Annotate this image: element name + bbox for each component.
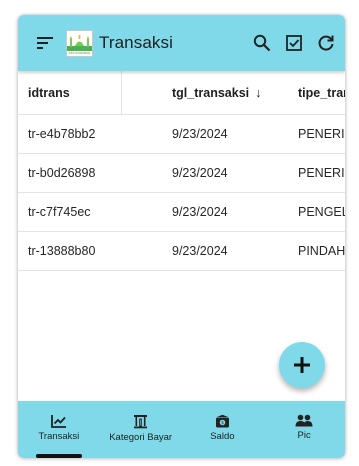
nav-item-transaksi[interactable]: Transaksi (18, 401, 100, 458)
cell-idtrans: tr-c7f745ec (28, 205, 91, 219)
cell-tgl-transaksi: 9/23/2024 (172, 205, 228, 219)
institution-icon (134, 415, 148, 429)
table-row[interactable]: tr-e4b78bb2 9/23/2024 PENERII (18, 115, 345, 154)
menu-button[interactable] (28, 25, 62, 61)
menu-icon (37, 37, 53, 49)
bottom-navigation: Transaksi Kategori Bayar $ Saldo Pic (18, 401, 345, 458)
cell-idtrans: tr-e4b78bb2 (28, 127, 96, 141)
column-header-tipe-transaksi[interactable]: tipe_tran (296, 71, 345, 114)
app-screen: ASY-SYAKIRAH Transaksi idtrans tgl_trans… (18, 15, 345, 458)
cell-tgl-transaksi: 9/23/2024 (172, 127, 228, 141)
nav-label: Saldo (210, 431, 235, 442)
cell-tgl-transaksi: 9/23/2024 (172, 244, 228, 258)
sort-descending-icon: ↓ (255, 85, 262, 100)
cell-tipe-transaksi: PENERII (298, 127, 345, 141)
nav-item-saldo[interactable]: $ Saldo (182, 401, 264, 458)
refresh-button[interactable] (310, 25, 342, 61)
active-indicator (35, 454, 82, 458)
table-header: idtrans tgl_transaksi↓ tipe_tran (18, 71, 345, 115)
table-row[interactable]: tr-c7f745ec 9/23/2024 PENGEL (18, 193, 345, 232)
column-header-idtrans[interactable]: idtrans (18, 71, 122, 114)
logo-caption: ASY-SYAKIRAH (68, 50, 91, 55)
add-transaction-button[interactable] (279, 342, 325, 388)
page-title: Transaksi (99, 33, 173, 52)
select-button[interactable] (278, 25, 310, 61)
search-icon (253, 34, 271, 52)
search-button[interactable] (246, 25, 278, 61)
svg-text:$: $ (221, 420, 224, 426)
chart-icon (50, 415, 66, 428)
refresh-icon (318, 35, 334, 51)
wallet-icon: $ (215, 414, 229, 428)
nav-label: Transaksi (38, 431, 80, 442)
cell-tipe-transaksi: PENGEL (298, 205, 345, 219)
table-row[interactable]: tr-b0d26898 9/23/2024 PENERII (18, 154, 345, 193)
cell-idtrans: tr-b0d26898 (28, 166, 96, 180)
nav-label: Pic (297, 430, 311, 441)
people-icon (295, 414, 313, 427)
app-logo: ASY-SYAKIRAH (66, 29, 93, 57)
cell-tipe-transaksi: PINDAH (298, 244, 345, 258)
table-row[interactable]: tr-13888b80 9/23/2024 PINDAH (18, 232, 345, 271)
column-header-tgl-transaksi[interactable]: tgl_transaksi ↓ (122, 71, 296, 114)
cell-tgl-transaksi: 9/23/2024 (172, 166, 228, 180)
nav-item-pic[interactable]: Pic (263, 401, 345, 458)
nav-label: Kategori Bayar (109, 432, 173, 443)
cell-idtrans: tr-13888b80 (28, 244, 96, 258)
app-bar: ASY-SYAKIRAH Transaksi (18, 15, 345, 71)
nav-item-kategori-bayar[interactable]: Kategori Bayar (100, 401, 182, 458)
plus-icon (294, 357, 310, 373)
cell-tipe-transaksi: PENERII (298, 166, 345, 180)
checkbox-icon (286, 35, 302, 51)
